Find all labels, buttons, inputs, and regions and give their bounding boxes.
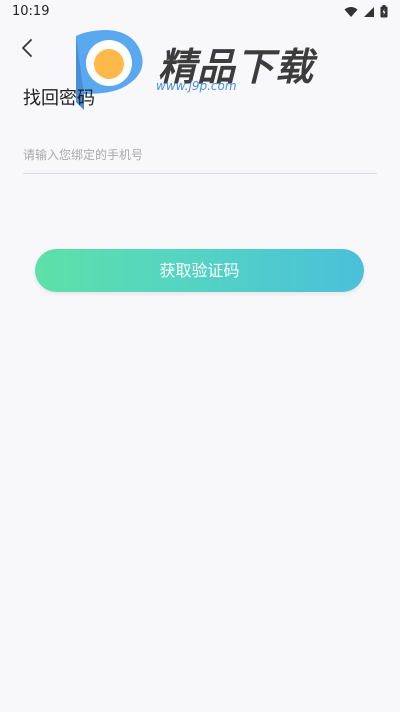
watermark-logo: 精品下载 www.j9p.com <box>70 28 330 110</box>
get-code-button[interactable]: 获取验证码 <box>35 249 364 292</box>
signal-icon <box>363 6 375 18</box>
phone-field <box>23 140 377 174</box>
status-time: 10:19 <box>12 4 50 19</box>
wifi-icon <box>344 6 358 18</box>
watermark-url: www.j9p.com <box>156 79 237 93</box>
battery-icon <box>380 5 388 18</box>
status-icons <box>344 5 388 18</box>
page-title: 找回密码 <box>23 88 95 109</box>
status-bar: 10:19 <box>0 0 400 24</box>
back-arrow-icon <box>14 39 42 66</box>
forgot-password-screen: 10:19 精品下载 www.j9p.com 找回密码 请输入您绑定的手机号 获… <box>0 0 400 712</box>
phone-input[interactable] <box>23 140 377 170</box>
back-button[interactable] <box>14 34 42 62</box>
